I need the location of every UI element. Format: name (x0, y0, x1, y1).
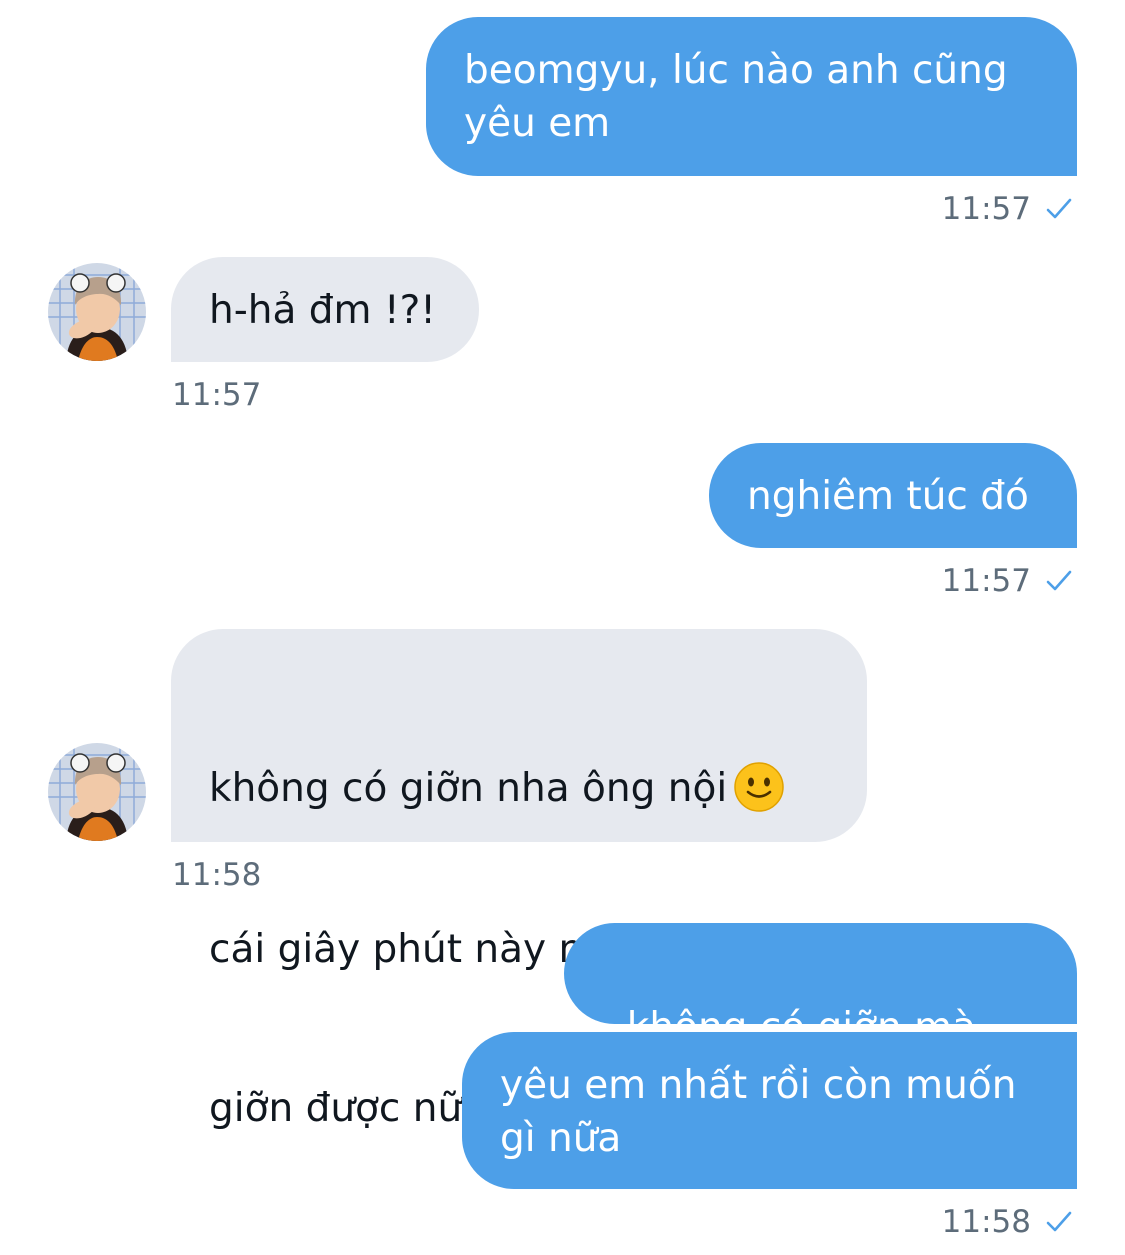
message-line: không có giỡn nha ông nội (209, 761, 825, 817)
message-bubble-outgoing[interactable]: beomgyu, lúc nào anh cũng yêu em (426, 17, 1077, 176)
message-timestamp: 11:57 (942, 191, 1073, 227)
message-bubble-outgoing[interactable]: nghiêm túc đó (709, 443, 1077, 548)
avatar[interactable] (48, 743, 146, 841)
checkmark-icon (1046, 570, 1072, 591)
message-timestamp: 11:57 (942, 563, 1073, 599)
message-timestamp: 11:58 (942, 1204, 1073, 1240)
checkmark-icon (1046, 198, 1072, 219)
message-bubble-outgoing[interactable]: yêu em nhất rồi còn muốn gì nữa (462, 1032, 1077, 1189)
message-timestamp: 11:58 (172, 857, 262, 893)
message-timestamp: 11:57 (172, 377, 262, 413)
message-bubble-incoming[interactable]: h-hả đm !?! (171, 257, 479, 362)
checkmark-icon (1046, 1211, 1072, 1232)
message-bubble-incoming[interactable]: không có giỡn nha ông nội cái giây phút … (171, 629, 867, 1131)
message-bubble-outgoing[interactable]: không có giỡn mà (564, 923, 1077, 1104)
slightly-smiling-face-icon (734, 761, 784, 812)
avatar[interactable] (48, 263, 146, 361)
